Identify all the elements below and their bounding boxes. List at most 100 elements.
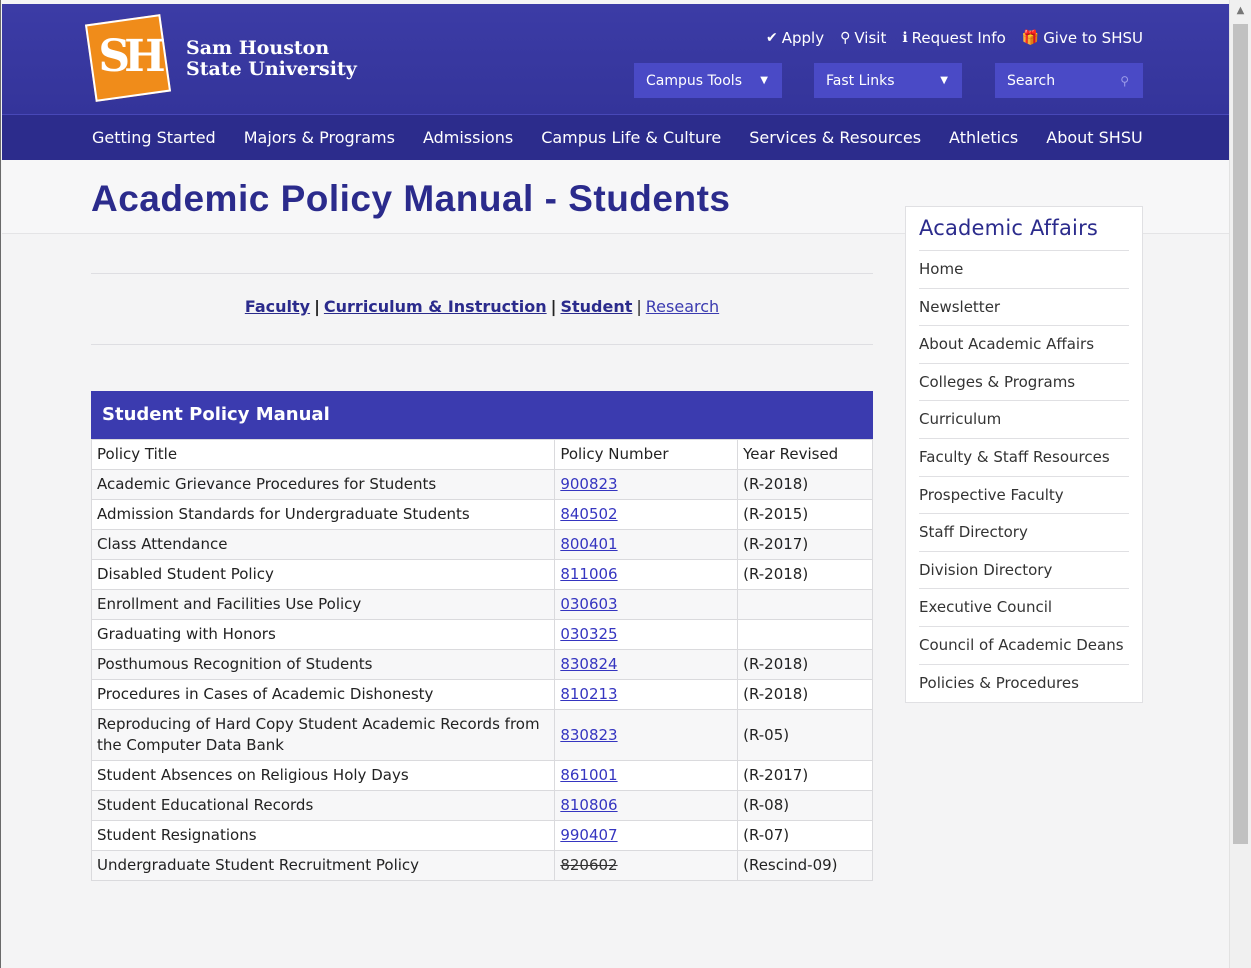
policy-number-cell: 840502 (554, 499, 739, 530)
sidebar-title[interactable]: Academic Affairs (919, 207, 1129, 251)
policy-number-link[interactable]: 900823 (560, 475, 617, 493)
request-info-link[interactable]: ℹ Request Info (902, 27, 1005, 49)
policy-number-cell: 990407 (554, 820, 739, 851)
request-info-label: Request Info (911, 29, 1006, 47)
sidebar-item[interactable]: Faculty & Staff Resources (919, 439, 1129, 477)
university-name-line2: State University (186, 58, 357, 80)
policy-title-cell: Class Attendance (90, 529, 556, 560)
policy-number-link[interactable]: 800401 (560, 535, 617, 553)
sidebar-item[interactable]: Curriculum (919, 401, 1129, 439)
policy-title-cell: Reproducing of Hard Copy Student Academi… (90, 709, 556, 761)
give-label: Give to SHSU (1043, 29, 1143, 47)
year-revised-cell: (R-2015) (737, 499, 873, 530)
policy-number-link[interactable]: 030325 (560, 625, 617, 643)
policy-number-cell: 810213 (554, 679, 739, 710)
policy-number-link[interactable]: 030603 (560, 595, 617, 613)
policy-number-link[interactable]: 861001 (560, 766, 617, 784)
year-revised-cell: (Rescind-09) (737, 850, 873, 881)
policy-number-cell: 810806 (554, 790, 739, 821)
sidebar-item[interactable]: Colleges & Programs (919, 364, 1129, 402)
search-input[interactable]: Search ⚲ (995, 63, 1143, 98)
divider (91, 273, 873, 274)
campus-tools-label: Campus Tools (646, 72, 742, 89)
table-row: Graduating with Honors 030325 (90, 619, 873, 650)
sidebar-item[interactable]: Executive Council (919, 589, 1129, 627)
search-placeholder: Search (1007, 72, 1056, 89)
policy-number-rescinded: 820602 (560, 856, 618, 874)
page-title: Academic Policy Manual - Students (91, 178, 731, 219)
sidebar-item[interactable]: Division Directory (919, 552, 1129, 590)
sidebar-item[interactable]: Newsletter (919, 289, 1129, 327)
curriculum-link[interactable]: Curriculum & Instruction (324, 297, 547, 316)
scrollbar[interactable]: ▲ (1229, 0, 1251, 968)
year-revised-cell: (R-2018) (737, 559, 873, 590)
nav-campus-life[interactable]: Campus Life & Culture (541, 128, 721, 147)
research-link[interactable]: Research (646, 297, 719, 316)
policy-number-link[interactable]: 810806 (560, 796, 617, 814)
policy-title-cell: Graduating with Honors (90, 619, 556, 650)
nav-majors-programs[interactable]: Majors & Programs (244, 128, 395, 147)
nav-getting-started[interactable]: Getting Started (92, 128, 216, 147)
policy-title-cell: Procedures in Cases of Academic Dishones… (90, 679, 556, 710)
separator: | (314, 297, 320, 316)
scroll-up-icon[interactable]: ▲ (1230, 0, 1251, 22)
column-header-title: Policy Title (90, 439, 556, 470)
nav-athletics[interactable]: Athletics (949, 128, 1018, 147)
sidebar-item[interactable]: Staff Directory (919, 514, 1129, 552)
policy-title-cell: Student Absences on Religious Holy Days (90, 760, 556, 791)
policy-number-link[interactable]: 990407 (560, 826, 617, 844)
nav-services-resources[interactable]: Services & Resources (749, 128, 921, 147)
table-row: Disabled Student Policy 811006 (R-2018) (90, 559, 873, 590)
map-pin-icon: ⚲ (840, 30, 851, 46)
apply-link[interactable]: ✔ Apply (766, 27, 824, 49)
table-row: Enrollment and Facilities Use Policy 0306… (90, 589, 873, 620)
policy-title-cell: Student Educational Records (90, 790, 556, 821)
year-revised-cell (737, 589, 873, 620)
fast-links-dropdown[interactable]: Fast Links ▼ (814, 63, 962, 98)
policy-number-link[interactable]: 830823 (560, 726, 617, 744)
university-name[interactable]: Sam Houston State University (186, 38, 357, 80)
year-revised-cell: (R-2018) (737, 469, 873, 500)
sidebar-item[interactable]: Prospective Faculty (919, 477, 1129, 515)
nav-about[interactable]: About SHSU (1046, 128, 1142, 147)
policy-number-link[interactable]: 811006 (560, 565, 617, 583)
table-header-row: Policy Title Policy Number Year Revised (90, 439, 873, 470)
policy-title-cell: Undergraduate Student Recruitment Policy (90, 850, 556, 881)
sidebar-item[interactable]: About Academic Affairs (919, 326, 1129, 364)
student-link[interactable]: Student (560, 297, 632, 316)
page: SH Sam Houston State University ✔ Apply … (0, 0, 1230, 968)
give-link[interactable]: 🎁 Give to SHSU (1022, 27, 1143, 49)
year-revised-cell: (R-2017) (737, 760, 873, 791)
table-row: Undergraduate Student Recruitment Policy… (90, 850, 873, 881)
year-revised-cell: (R-07) (737, 820, 873, 851)
table-row: Class Attendance 800401 (R-2017) (90, 529, 873, 560)
chevron-down-icon: ▼ (760, 75, 768, 86)
year-revised-cell: (R-05) (737, 709, 873, 761)
table-caption: Student Policy Manual (91, 391, 873, 439)
campus-tools-dropdown[interactable]: Campus Tools ▼ (634, 63, 782, 98)
visit-link[interactable]: ⚲ Visit (840, 27, 886, 49)
policy-number-cell: 811006 (554, 559, 739, 590)
sidebar-item[interactable]: Policies & Procedures (919, 665, 1129, 703)
chevron-down-icon: ▼ (940, 75, 948, 86)
sidebar-item[interactable]: Council of Academic Deans (919, 627, 1129, 665)
nav-admissions[interactable]: Admissions (423, 128, 513, 147)
column-header-year: Year Revised (737, 439, 873, 470)
faculty-link[interactable]: Faculty (245, 297, 310, 316)
table-row: Student Resignations 990407 (R-07) (90, 820, 873, 851)
policy-category-links: Faculty | Curriculum & Instruction | Student… (91, 297, 873, 316)
table-row: Procedures in Cases of Academic Dishones… (90, 679, 873, 710)
policy-number-cell: 900823 (554, 469, 739, 500)
policy-number-cell: 800401 (554, 529, 739, 560)
policy-number-link[interactable]: 830824 (560, 655, 617, 673)
search-icon[interactable]: ⚲ (1120, 74, 1129, 88)
policy-number-link[interactable]: 810213 (560, 685, 617, 703)
divider (91, 344, 873, 345)
policy-number-link[interactable]: 840502 (560, 505, 617, 523)
sidebar-item[interactable]: Home (919, 251, 1129, 289)
sidebar: Academic Affairs Home Newsletter About Aca… (905, 206, 1143, 703)
scrollbar-thumb[interactable] (1233, 24, 1248, 844)
year-revised-cell: (R-2017) (737, 529, 873, 560)
gift-icon: 🎁 (1021, 30, 1040, 46)
policy-title-cell: Enrollment and Facilities Use Policy (90, 589, 556, 620)
